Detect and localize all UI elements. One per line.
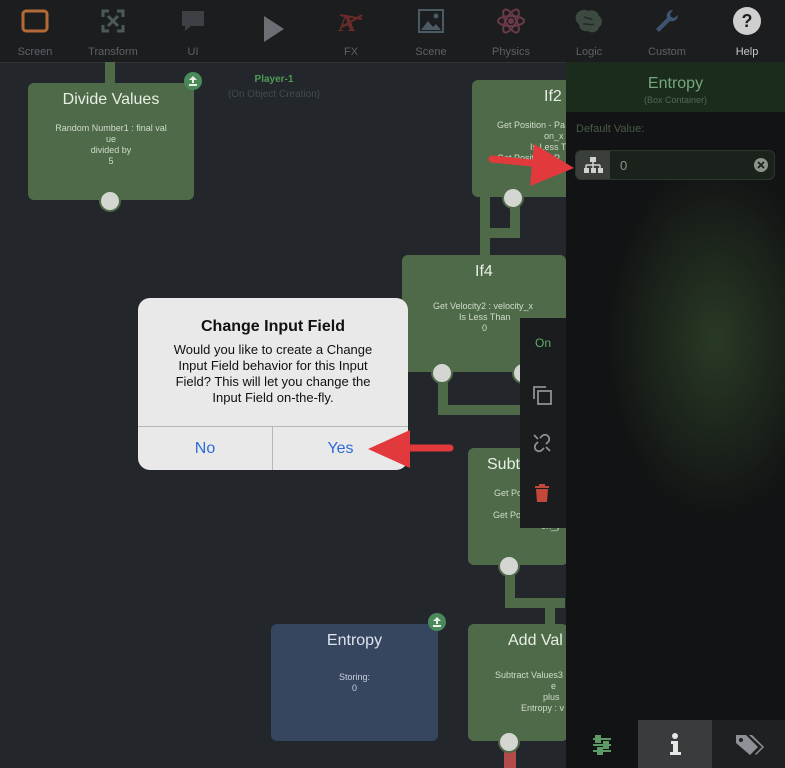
wire: [545, 598, 555, 626]
wire: [438, 405, 523, 415]
node-side-menu: On: [520, 318, 566, 528]
on-toggle[interactable]: On: [520, 336, 566, 350]
ui-icon: [178, 6, 208, 36]
toolbar-label: Scene: [415, 46, 447, 58]
toolbar-play[interactable]: [234, 0, 312, 62]
node-title: Add Val: [508, 632, 563, 649]
default-value-label: Default Value:: [576, 123, 645, 135]
custom-icon: [652, 6, 682, 36]
node-line: Get Position - Pa: [497, 120, 566, 130]
info-icon: [668, 732, 682, 761]
dialog-message: Would you like to create a Change Input …: [173, 342, 373, 405]
node-line: ue: [105, 134, 116, 144]
hierarchy-icon[interactable]: [576, 151, 610, 179]
toolbar-transform[interactable]: Transform: [74, 0, 152, 62]
node-title: If2: [544, 88, 562, 105]
node-line: 5: [108, 156, 114, 166]
toolbar-label: Physics: [492, 46, 530, 58]
node-entropy[interactable]: Entropy Storing: 0: [271, 624, 438, 741]
svg-text:?: ?: [742, 11, 753, 31]
unlink-icon[interactable]: [531, 432, 553, 459]
clear-icon[interactable]: [753, 157, 769, 178]
node-connector[interactable]: [498, 555, 520, 577]
wire: [105, 62, 115, 84]
fx-icon: A: [336, 6, 366, 36]
toolbar-help[interactable]: ? Help: [708, 0, 785, 62]
node-line: divided by: [90, 145, 132, 155]
node-line: Entropy : v: [521, 703, 565, 713]
panel-title: Entropy: [647, 75, 704, 92]
panel-subtitle: (Box Container): [643, 95, 708, 105]
physics-icon: [496, 6, 526, 36]
toolbar-logic[interactable]: Logic: [550, 0, 628, 62]
node-line: plus: [543, 692, 560, 702]
toolbar-label: Screen: [17, 46, 53, 58]
node-connector[interactable]: [99, 190, 121, 212]
trash-icon[interactable]: [532, 482, 552, 509]
player-name: Player-1: [254, 74, 294, 85]
export-icon[interactable]: [428, 613, 446, 631]
wire: [480, 195, 490, 257]
node-divide-values[interactable]: Divide Values Random Number1 : final val…: [28, 83, 194, 200]
copy-icon[interactable]: [531, 384, 553, 411]
node-title: If4: [475, 263, 493, 280]
toolbar-label: FX: [343, 46, 359, 58]
toolbar-fx[interactable]: A FX: [312, 0, 390, 62]
panel-header: Entropy (Box Container): [566, 62, 785, 112]
sliders-icon: [591, 734, 613, 761]
tab-settings[interactable]: [566, 720, 638, 768]
annotation-arrow-icon: [488, 144, 574, 186]
node-line: e: [551, 681, 557, 691]
node-connector[interactable]: [498, 731, 520, 753]
toolbar-label: Transform: [88, 46, 138, 58]
screen-icon: [20, 6, 50, 36]
node-title: Divide Values: [62, 91, 160, 108]
tab-tags[interactable]: [712, 720, 785, 768]
top-toolbar: Screen Transform UI A FX Scene Physics L…: [0, 0, 785, 63]
toolbar-physics[interactable]: Physics: [472, 0, 550, 62]
toolbar-label: Logic: [575, 46, 603, 58]
node-line: Storing:: [338, 672, 371, 682]
toolbar-label: UI: [187, 46, 199, 58]
wire: [505, 598, 565, 608]
scene-icon: [416, 6, 446, 36]
node-add-values[interactable]: Add Val Subtract Values3 e plus Entropy …: [468, 624, 568, 741]
toolbar-custom[interactable]: Custom: [628, 0, 706, 62]
node-line: Get Velocity2 : velocity_x: [433, 301, 534, 311]
default-value-field[interactable]: 0: [575, 150, 775, 180]
play-icon: [258, 14, 288, 44]
no-button[interactable]: No: [138, 426, 273, 470]
toolbar-ui[interactable]: UI: [154, 0, 232, 62]
node-connector[interactable]: [431, 362, 453, 384]
node-title: Entropy: [326, 632, 383, 649]
player-event: (On Object Creation): [227, 89, 321, 100]
panel-glow: [566, 160, 785, 720]
toolbar-label: Custom: [648, 46, 686, 58]
tags-icon: [734, 732, 764, 761]
help-icon: ?: [732, 6, 762, 36]
node-connector[interactable]: [502, 187, 524, 209]
export-icon[interactable]: [184, 72, 202, 90]
tab-info[interactable]: [638, 720, 712, 768]
logic-icon: [574, 6, 604, 36]
annotation-arrow-icon: [368, 430, 454, 468]
toolbar-scene[interactable]: Scene: [392, 0, 470, 62]
transform-icon: [98, 6, 128, 36]
node-line: 0: [351, 683, 357, 693]
toolbar-screen[interactable]: Screen: [0, 0, 74, 62]
node-line: Random Number1 : final val: [55, 123, 167, 133]
default-value-input[interactable]: 0: [620, 158, 627, 173]
toolbar-label: Help: [735, 46, 759, 58]
dialog-title: Change Input Field: [201, 318, 345, 335]
node-line: Subtract Values3: [495, 670, 563, 680]
